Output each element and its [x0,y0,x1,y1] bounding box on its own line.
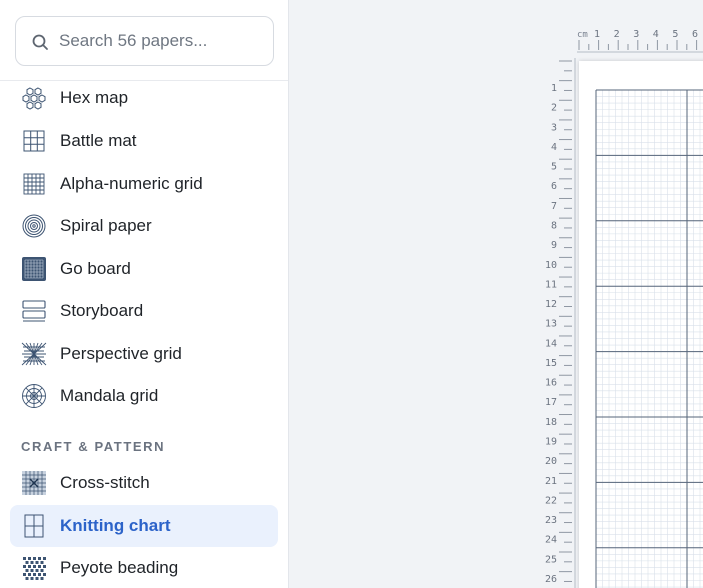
ruler-number: 5 [551,162,557,173]
ruler-number: 3 [633,29,639,40]
knitting-chart-icon [24,514,44,538]
sidebar-item-cross-stitch[interactable]: Cross-stitch [10,462,278,504]
ruler-number: 6 [551,181,557,192]
ruler-number: 24 [545,535,557,546]
ruler-number: 2 [551,103,557,114]
storyboard-icon [22,300,46,322]
sidebar-item-label: Cross-stitch [60,473,150,492]
sidebar-item-label: Spiral paper [60,216,152,235]
ruler-number: 1 [594,29,600,40]
ruler-number: 12 [545,299,557,310]
horizontal-ruler: cm 1 2 3 4 5 6 [577,29,703,53]
cross-stitch-icon [22,471,46,495]
sidebar-item-label: Storyboard [60,301,144,320]
sidebar-item-perspective-grid[interactable]: Perspective grid [10,333,278,375]
sidebar-item-mandala-grid[interactable]: Mandala grid [10,375,278,417]
hex-map-icon [22,87,46,110]
ruler-unit-label: cm [577,30,588,40]
sidebar-item-spiral-paper[interactable]: Spiral paper [10,205,278,247]
ruler-number: 5 [672,29,678,40]
sidebar-item-peyote-beading[interactable]: Peyote beading [10,547,278,588]
perspective-grid-icon [21,342,47,366]
peyote-beading-icon [23,557,46,580]
sidebar-item-label: Mandala grid [60,386,159,405]
ruler-number: 1 [551,83,557,94]
sidebar-item-label: Peyote beading [60,558,179,577]
sidebar-item-battle-mat[interactable]: Battle mat [10,120,278,162]
search-box[interactable] [15,16,274,66]
sidebar-item-label: Go board [60,259,131,278]
sidebar-item-label: Knitting chart [60,516,171,535]
ruler-number: 6 [692,29,698,40]
ruler-number: 4 [551,142,557,153]
ruler-number: 17 [545,397,557,408]
go-board-icon [22,257,46,281]
ruler-number: 21 [545,476,557,487]
search-icon [32,34,48,50]
ruler-number: 14 [545,338,557,349]
vertical-ruler: 1234567891011121314151617181920212223242… [545,58,576,588]
battle-mat-icon [23,130,45,152]
ruler-number: 9 [551,240,557,251]
sidebar-item-label: Battle mat [60,131,137,150]
ruler-number: 10 [545,260,557,271]
sidebar: Hex map Battle mat Alpha-numeric gri [0,0,289,588]
alphanumeric-grid-icon [23,173,45,195]
sidebar-item-label: Hex map [60,88,129,107]
section-header-craft-pattern: CRAFT & PATTERN [21,439,166,454]
ruler-number: 7 [551,201,557,212]
search-input[interactable] [59,17,264,65]
ruler-number: 20 [545,456,557,467]
knitting-chart-grid [595,89,703,588]
ruler-number: 19 [545,437,557,448]
mandala-grid-icon [22,384,46,408]
ruler-number: 23 [545,515,557,526]
ruler-number: 4 [653,29,659,40]
sidebar-item-alpha-numeric-grid[interactable]: Alpha-numeric grid [10,163,278,205]
ruler-number: 25 [545,554,557,565]
ruler-number: 18 [545,417,557,428]
ruler-number: 22 [545,495,557,506]
ruler-number: 3 [551,122,557,133]
ruler-number: 8 [551,220,557,231]
sidebar-item-storyboard[interactable]: Storyboard [10,290,278,332]
search-bar [0,0,288,81]
preview-area: cm 1 2 3 4 5 6 1 2 3 4 5 6 7 8 9 10 11 12 13 14 15 16 17 18 19 20… [290,0,703,588]
ruler-number: 16 [545,378,557,389]
ruler-number: 2 [614,29,620,40]
sidebar-item-hex-map[interactable]: Hex map [10,77,278,119]
paper-preview [579,61,703,588]
ruler-number: 15 [545,358,557,369]
ruler-number: 26 [545,574,557,585]
ruler-number: 13 [545,319,557,330]
sidebar-item-label: Perspective grid [60,344,182,363]
spiral-icon [22,214,46,238]
ruler-number: 11 [545,279,557,290]
sidebar-item-knitting-chart[interactable]: Knitting chart [10,505,278,547]
sidebar-item-go-board[interactable]: Go board [10,248,278,290]
sidebar-item-label: Alpha-numeric grid [60,174,203,193]
